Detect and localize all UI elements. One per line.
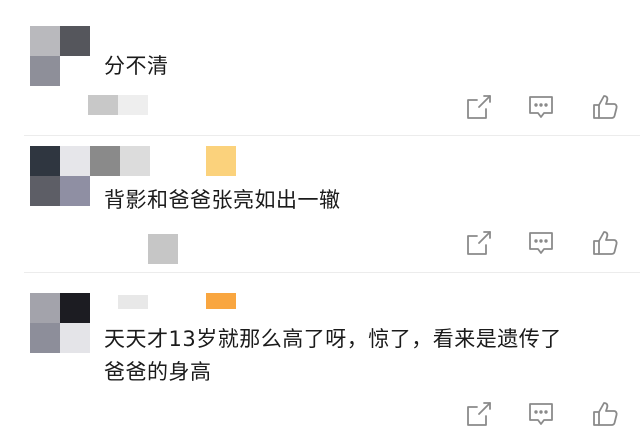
pixelated-badge	[206, 293, 236, 309]
reply-icon[interactable]	[526, 92, 556, 122]
avatar[interactable]	[30, 293, 90, 353]
pixelated-timestamp	[148, 234, 178, 264]
comment-actions	[462, 92, 630, 122]
avatar[interactable]	[30, 26, 90, 86]
pixelated-username	[90, 146, 150, 176]
comment-text: 天天才13岁就那么高了呀，惊了，看来是遗传了 爸爸的身高	[104, 327, 562, 384]
comment-actions	[462, 399, 630, 429]
share-icon[interactable]	[464, 399, 494, 429]
avatar[interactable]	[30, 146, 90, 206]
thumbs-up-icon[interactable]	[590, 92, 620, 122]
reply-icon[interactable]	[526, 228, 556, 258]
comment-actions	[462, 228, 630, 258]
thumbs-up-icon[interactable]	[590, 228, 620, 258]
share-icon[interactable]	[464, 228, 494, 258]
thumbs-up-icon[interactable]	[590, 399, 620, 429]
comment-text: 分不清	[104, 54, 169, 78]
comment-item: 背影和爸爸张亮如出一辙	[0, 136, 640, 266]
pixelated-badge	[206, 146, 236, 176]
share-icon[interactable]	[464, 92, 494, 122]
comment-item: 分不清	[0, 0, 640, 135]
comment-text: 背影和爸爸张亮如出一辙	[104, 188, 341, 212]
pixelated-username	[118, 295, 148, 309]
reply-icon[interactable]	[526, 399, 556, 429]
comment-item: 天天才13岁就那么高了呀，惊了，看来是遗传了 爸爸的身高	[0, 273, 640, 442]
pixelated-username	[88, 95, 148, 115]
